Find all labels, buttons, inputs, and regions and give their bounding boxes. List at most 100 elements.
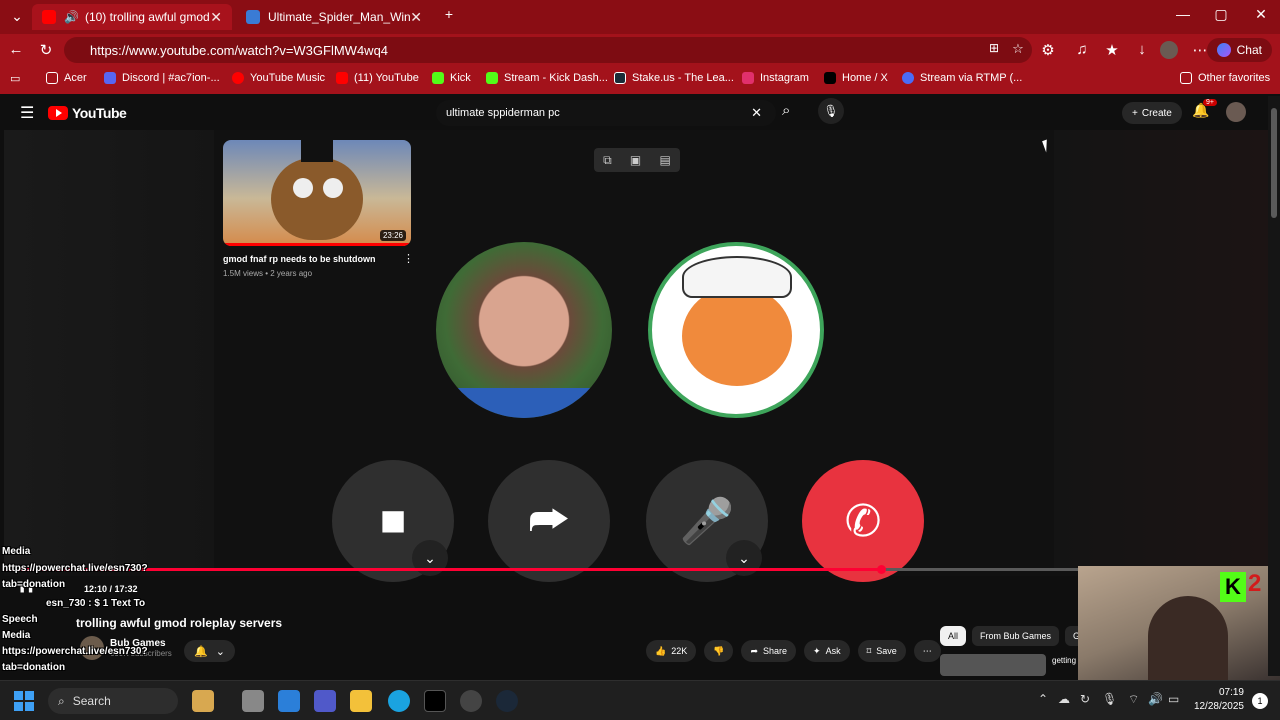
new-tab-icon[interactable]: + [434,6,464,22]
chip-from-channel[interactable]: From Bub Games [972,626,1060,646]
bookmarks-bar: ▭ Acer Discord | #ac7ion-... YouTube Mus… [0,66,1280,94]
refresh-icon[interactable]: ↻ [36,41,56,59]
address-bar[interactable]: https://www.youtube.com/watch?v=W3GFlMW4… [64,37,1032,63]
share-icon: ➦ [750,645,758,656]
tray-sync-icon[interactable]: ↻ [1080,692,1090,706]
notification-count[interactable]: 1 [1252,693,1268,709]
taskbar-search[interactable]: ⌕ Search [48,688,178,714]
bookmark-stake[interactable]: Stake.us - The Lea... [614,72,734,84]
bookmark-youtube[interactable]: (11) YouTube [336,72,419,84]
video-thumbnail[interactable]: 23:26 [223,140,411,246]
clock-time: 07:19 [1218,687,1244,698]
ask-button[interactable]: ✦ Ask [804,640,850,662]
bookmark-youtube-music[interactable]: YouTube Music [232,72,325,84]
tray-microphone-icon[interactable]: 🎙 [1102,692,1117,706]
youtube-favicon-icon [42,10,56,24]
share-screen-button[interactable]: ⮫ [488,460,610,582]
save-label: Save [876,646,897,656]
page-scrollbar[interactable] [1268,96,1280,676]
close-icon[interactable]: ✕ [410,9,422,26]
camera-button[interactable]: ■ ⌄ [332,460,454,582]
screenshot-icon[interactable]: ▣ [630,153,641,167]
like-button[interactable]: 👍 22K [646,640,697,662]
task-view-icon[interactable] [242,690,264,712]
eye-shape [323,178,343,198]
close-icon[interactable]: ✕ [210,9,222,26]
bookmark-kick-dashboard[interactable]: Stream - Kick Dash... [486,72,608,84]
hamburger-menu-icon[interactable]: ☰ [20,103,34,123]
microphone-icon[interactable]: 🎙 [818,98,844,124]
edge-icon[interactable] [388,690,410,712]
bookmark-instagram[interactable]: Instagram [742,72,809,84]
show-hidden-icons[interactable]: ⌃ [1038,692,1048,706]
create-button[interactable]: + Create [1122,102,1182,124]
cap-shape [682,256,792,298]
overlay-line: tab=donation [2,579,66,590]
maximize-icon[interactable]: ▢ [1206,6,1236,23]
bookmark-label: YouTube Music [250,72,326,84]
window-close-icon[interactable]: ✕ [1246,6,1276,23]
dislike-button[interactable]: 👎 [704,640,734,662]
volume-icon[interactable]: 🔊 [1148,692,1163,706]
bookmark-restream[interactable]: Stream via RTMP (... [902,72,1022,84]
webcam-overlay: K 2 [1078,566,1280,680]
media-icon[interactable]: ♫ [1072,41,1092,58]
tab-youtube[interactable]: 🔊 (10) trolling awful gmod rolep ✕ [32,4,232,30]
favorites-icon[interactable]: ★ [1102,41,1122,59]
tray-app-icon[interactable]: ☁ [1058,692,1070,706]
more-actions-button[interactable]: ⋯ [913,640,941,662]
notion-icon[interactable] [424,690,446,712]
search-icon[interactable]: ⌕ [782,102,790,119]
bookmark-kick[interactable]: Kick [432,72,471,84]
video-card-title[interactable]: gmod fnaf rp needs to be shutdown [223,254,413,264]
bookmark-x[interactable]: Home / X [824,72,888,84]
clear-search-icon[interactable]: ✕ [751,105,762,121]
minimize-icon[interactable]: — [1168,6,1198,22]
video-card[interactable]: 23:26 gmod fnaf rp needs to be shutdown … [223,140,414,278]
more-options-icon[interactable]: ⋮ [403,252,414,265]
bookmark-acer[interactable]: Acer [46,72,87,84]
downloads-icon[interactable]: ↓ [1132,41,1152,58]
youtube-logo[interactable]: YouTube [48,105,127,121]
bookmark-toggle-icon[interactable]: ▭ [10,72,20,85]
back-icon[interactable]: ← [6,41,26,58]
battery-icon[interactable]: ▭ [1168,692,1179,706]
file-explorer-icon[interactable] [350,690,372,712]
stake-icon [614,72,626,84]
hang-up-button[interactable]: ✆ [802,460,924,582]
other-favorites-label: Other favorites [1198,72,1271,84]
screen-share-toolbar: ⧉ ▣ ▤ [594,148,680,172]
obs-icon[interactable] [460,690,482,712]
steam-icon[interactable] [496,690,518,712]
subscribe-bell-button[interactable]: 🔔 ⌄ [184,640,235,662]
share-button[interactable]: ➦ Share [741,640,797,662]
extensions-icon[interactable]: ⚙ [1038,41,1058,59]
widgets-icon[interactable] [192,690,214,712]
microphone-button[interactable]: 🎤 ⌄ [646,460,768,582]
system-clock[interactable]: 07:19 12/28/2025 [1186,686,1244,714]
popout-icon[interactable]: ⧉ [603,153,612,168]
profile-avatar[interactable] [1160,41,1178,59]
overlay-line: Media [2,546,31,557]
wifi-icon[interactable]: ⌔ [1128,692,1139,707]
bookmark-label: Home / X [842,72,888,84]
favorite-star-icon[interactable]: ☆ [1008,41,1028,57]
copilot-chat-button[interactable]: Chat [1206,38,1272,62]
notes-icon[interactable]: ▤ [660,153,671,167]
chip-all[interactable]: All [940,626,967,646]
scrollbar-thumb[interactable] [1271,108,1277,218]
teams-icon[interactable] [314,690,336,712]
bookmark-label: Stream via RTMP (... [920,72,1023,84]
save-button[interactable]: ⌑ Save [857,640,906,662]
search-input[interactable]: ultimate sppiderman pc ✕ [436,100,776,126]
app-available-icon[interactable]: ⊞ [984,41,1004,55]
youtube-play-icon [48,106,68,120]
account-avatar[interactable] [1226,102,1246,122]
windows-start-icon[interactable] [14,691,34,711]
tab-actions-icon[interactable]: ⌄ [2,8,32,25]
tab-spiderman[interactable]: Ultimate_Spider_Man_Win_Preinst ✕ [236,4,432,30]
other-favorites[interactable]: Other favorites [1180,72,1270,84]
bookmark-discord[interactable]: Discord | #ac7ion-... [104,72,220,84]
store-icon[interactable] [278,690,300,712]
related-thumbnail[interactable] [940,654,1046,676]
